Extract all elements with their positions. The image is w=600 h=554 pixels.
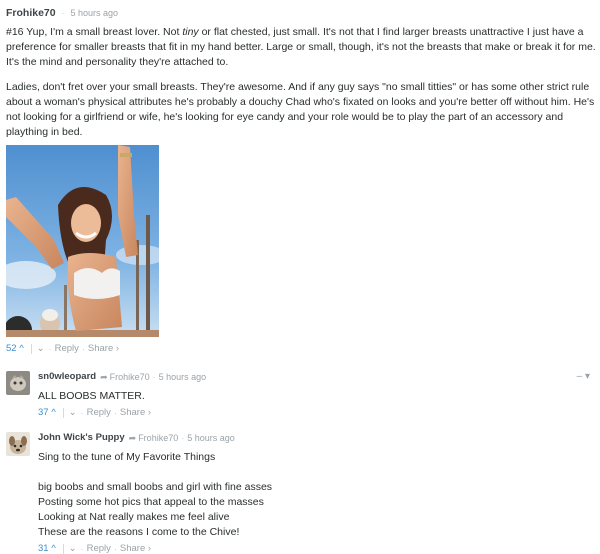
reply-body: John Wick's Puppy ➦ Frohike70 · 5 hours … [38,432,596,554]
reply-comment: John Wick's Puppy ➦ Frohike70 · 5 hours … [6,432,596,554]
share-button[interactable]: Share › [88,343,119,354]
reply-arrow-icon: ➦ [128,433,137,443]
separator-dot: · [181,433,185,443]
reply-button[interactable]: Reply [55,343,79,354]
reply-time[interactable]: 5 hours ago [159,371,207,383]
separator-dot: · [152,372,156,382]
comment-author[interactable]: Frohike70 [6,7,56,19]
reply-time[interactable]: 5 hours ago [187,432,235,444]
comment-emphasis: tiny [182,26,199,38]
chevron-up-icon[interactable]: ^ [17,343,27,354]
comment-actions: 52 ^ ⌄ · Reply · Share › [6,343,119,354]
reply-header: John Wick's Puppy ➦ Frohike70 · 5 hours … [38,432,596,444]
reply-author[interactable]: John Wick's Puppy [38,432,125,444]
comment-time[interactable]: 5 hours ago [70,8,118,18]
reply-text: ALL BOOBS MATTER. [38,389,596,404]
separator-dot: · [113,407,117,418]
chevron-down-icon[interactable]: ⌄ [68,407,78,418]
avatar-image [6,371,30,395]
reply-line [38,465,596,480]
share-button[interactable]: Share › [120,407,151,418]
reply-to-user[interactable]: Frohike70 [138,432,178,444]
reply-actions: 37 ^ ⌄ · Reply · Share › [38,407,596,418]
chevron-up-icon[interactable]: ^ [49,407,59,418]
photo-illustration [6,145,159,337]
comment-image[interactable] [6,145,159,337]
reply-button[interactable]: Reply [87,407,111,418]
reply-line: ALL BOOBS MATTER. [38,390,145,402]
reply-body: sn0wleopard ➦ Frohike70 · 5 hours ago AL… [38,371,596,418]
comment-paragraph-2: Ladies, don't fret over your small breas… [6,81,595,138]
vote-count: 31 [38,543,49,554]
separator-dot: · [48,343,52,354]
separator-dot: · [81,343,85,354]
comment-paragraph-1: #16 Yup, I'm a small breast lover. Not t… [6,25,596,70]
vote-count: 37 [38,407,49,418]
comment-header: Frohike70 · 5 hours ago [6,6,596,20]
divider [30,343,32,354]
share-button[interactable]: Share › [120,543,151,554]
separator-dot: · [113,543,117,554]
reply-text: Sing to the tune of My Favorite Things b… [38,450,596,540]
reply-comment: sn0wleopard ➦ Frohike70 · 5 hours ago AL… [6,371,596,418]
avatar[interactable] [6,371,30,395]
reply-author[interactable]: sn0wleopard [38,371,96,383]
divider [62,407,64,418]
comment-text: #16 Yup, I'm a small breast lover. Not [6,26,183,38]
avatar-image [6,432,30,456]
chevron-down-icon[interactable]: ⌄ [36,343,46,354]
vote-count: 52 [6,343,17,354]
separator-dot: · [80,407,84,418]
reply-button[interactable]: Reply [87,543,111,554]
chevron-down-icon[interactable]: ⌄ [68,543,78,554]
reply-actions: 31 ^ ⌄ · Reply · Share › [38,543,596,554]
reply-line: Looking at Nat really makes me feel aliv… [38,511,230,523]
avatar[interactable] [6,432,30,456]
reply-line: These are the reasons I come to the Chiv… [38,526,240,538]
reply-arrow-icon: ➦ [100,372,108,382]
reply-header: sn0wleopard ➦ Frohike70 · 5 hours ago [38,371,596,383]
reply-to-user[interactable]: Frohike70 [110,371,150,383]
comment: Frohike70 · 5 hours ago #16 Yup, I'm a s… [6,6,596,140]
reply-line: big boobs and small boobs and girl with … [38,481,273,493]
separator-dot: · [61,8,65,18]
divider [62,543,64,554]
reply-line: Sing to the tune of My Favorite Things [38,451,216,463]
reply-line: Posting some hot pics that appeal to the… [38,496,264,508]
separator-dot: · [80,543,84,554]
collapse-menu[interactable]: – ▾ [577,371,590,382]
chevron-up-icon[interactable]: ^ [49,543,59,554]
